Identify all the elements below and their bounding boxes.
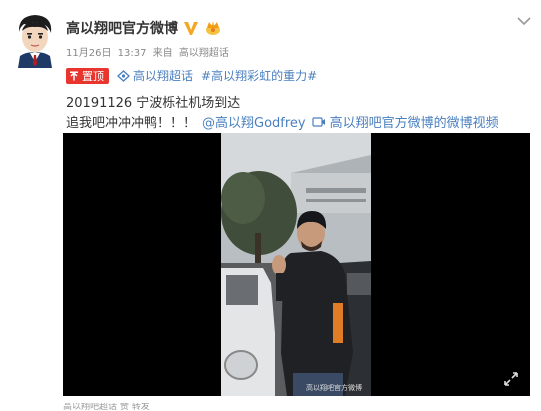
pinned-label: 置顶 [82, 69, 104, 83]
source-name[interactable]: 高以翔超话 [179, 48, 229, 59]
pinned-badge: 置顶 [66, 67, 109, 84]
post-text-line1: 20191126 宁波栎社机场到达 [66, 96, 241, 111]
author-name[interactable]: 高以翔吧官方微博 [66, 18, 178, 38]
video-source-link[interactable]: 高以翔吧官方微博的微博视频 [312, 112, 499, 131]
gold-crown-icon[interactable] [204, 20, 222, 36]
video-frame [221, 133, 371, 396]
source-prefix: 来自 [152, 48, 173, 59]
super-topic-link[interactable]: 高以翔超话 [117, 67, 193, 84]
video-player[interactable]: 高以翔吧官方微博 [63, 133, 530, 396]
bottom-cutoff-text: 高以翔吧超话 赞 转发 [63, 403, 150, 411]
pin-icon [70, 71, 78, 80]
super-topic-icon [117, 69, 130, 82]
weibo-post-card: 高以翔吧官方微博 11月26日 13:37 来自 高以翔超话 置顶 高以翔超话 … [0, 0, 541, 411]
post-meta: 11月26日 13:37 来自 高以翔超话 [66, 44, 232, 59]
fullscreen-icon[interactable] [504, 372, 518, 386]
post-tags-row: 置顶 高以翔超话 #高以翔彩虹的重力# [66, 67, 317, 84]
post-text-main: 追我吧冲冲冲鸭！！！ [66, 116, 197, 131]
video-camera-icon [312, 116, 325, 127]
avatar[interactable] [10, 12, 60, 68]
chevron-down-icon[interactable] [517, 16, 531, 26]
video-source-label[interactable]: 高以翔吧官方微博的微博视频 [330, 112, 499, 131]
post-text-line2: 追我吧冲冲冲鸭！！！ @高以翔Godfrey 高以翔吧官方微博的微博视频 [66, 112, 499, 131]
verified-v-icon [184, 22, 198, 35]
post-time[interactable]: 13:37 [118, 48, 147, 59]
hashtag-link[interactable]: #高以翔彩虹的重力# [201, 67, 317, 84]
author-row: 高以翔吧官方微博 [66, 18, 222, 38]
mention-link[interactable]: @高以翔Godfrey [202, 112, 306, 131]
super-topic-label[interactable]: 高以翔超话 [133, 67, 193, 84]
post-date[interactable]: 11月26日 [66, 48, 111, 59]
video-watermark: 高以翔吧官方微博 [306, 384, 362, 392]
